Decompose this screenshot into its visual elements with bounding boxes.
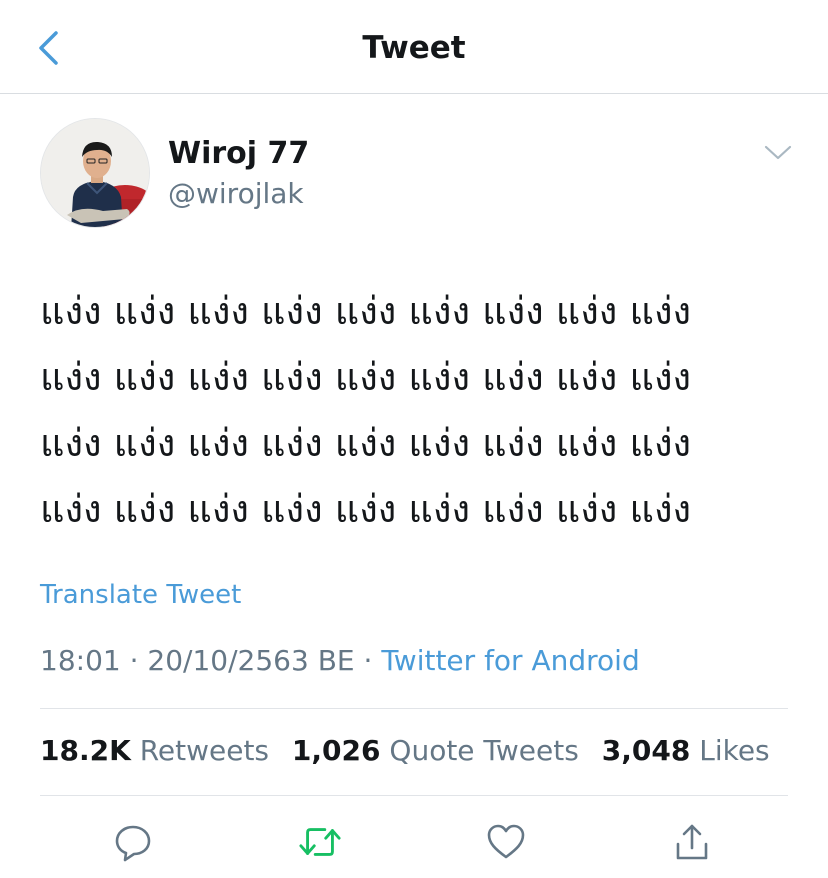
retweet-icon [299,828,341,856]
tweet-options-button[interactable] [762,140,794,166]
page-title: Tweet [362,30,466,66]
quote-tweets-stat[interactable]: 1,026 Quote Tweets [292,734,579,767]
tweet-detail-screen: Tweet Wiroj 77 @wirojlak แง่ง แง่ง แง่ง … [0,0,828,878]
likes-label: Likes [699,734,770,767]
tweet-stats: 18.2K Retweets 1,026 Quote Tweets 3,048 … [40,734,784,767]
like-button[interactable] [484,820,528,864]
divider [40,708,788,709]
retweets-label: Retweets [139,734,270,767]
author-handle[interactable]: @wirojlak [168,177,304,210]
tweet-action-bar [0,812,828,872]
tweet-source-link[interactable]: Twitter for Android [381,644,639,677]
translate-tweet-link[interactable]: Translate Tweet [40,580,241,610]
top-nav-bar: Tweet [0,0,828,94]
tweet-date: 20/10/2563 BE [147,644,355,677]
profile-photo [41,119,149,227]
tweet-text: แง่ง แง่ง แง่ง แง่ง แง่ง แง่ง แง่ง แง่ง … [40,289,692,531]
likes-stat[interactable]: 3,048 Likes [602,734,770,767]
likes-count: 3,048 [601,734,691,767]
divider [40,795,788,796]
share-button[interactable] [670,820,714,864]
heart-icon [487,824,525,859]
chevron-down-icon [764,145,792,160]
tweet-time: 18:01 [40,644,121,677]
retweet-button[interactable] [298,820,342,864]
meta-separator: · [363,644,373,677]
author-display-name[interactable]: Wiroj 77 [168,136,309,171]
quote-tweets-count: 1,026 [291,734,381,767]
retweets-stat[interactable]: 18.2K Retweets [40,734,269,767]
meta-separator: · [129,644,139,677]
reply-button[interactable] [111,820,155,864]
quote-tweets-label: Quote Tweets [389,734,579,767]
tweet-metadata: 18:01 · 20/10/2563 BE · Twitter for Andr… [40,644,640,677]
reply-icon [115,825,151,862]
avatar[interactable] [40,118,150,228]
retweets-count: 18.2K [40,734,131,767]
share-icon [676,824,708,860]
